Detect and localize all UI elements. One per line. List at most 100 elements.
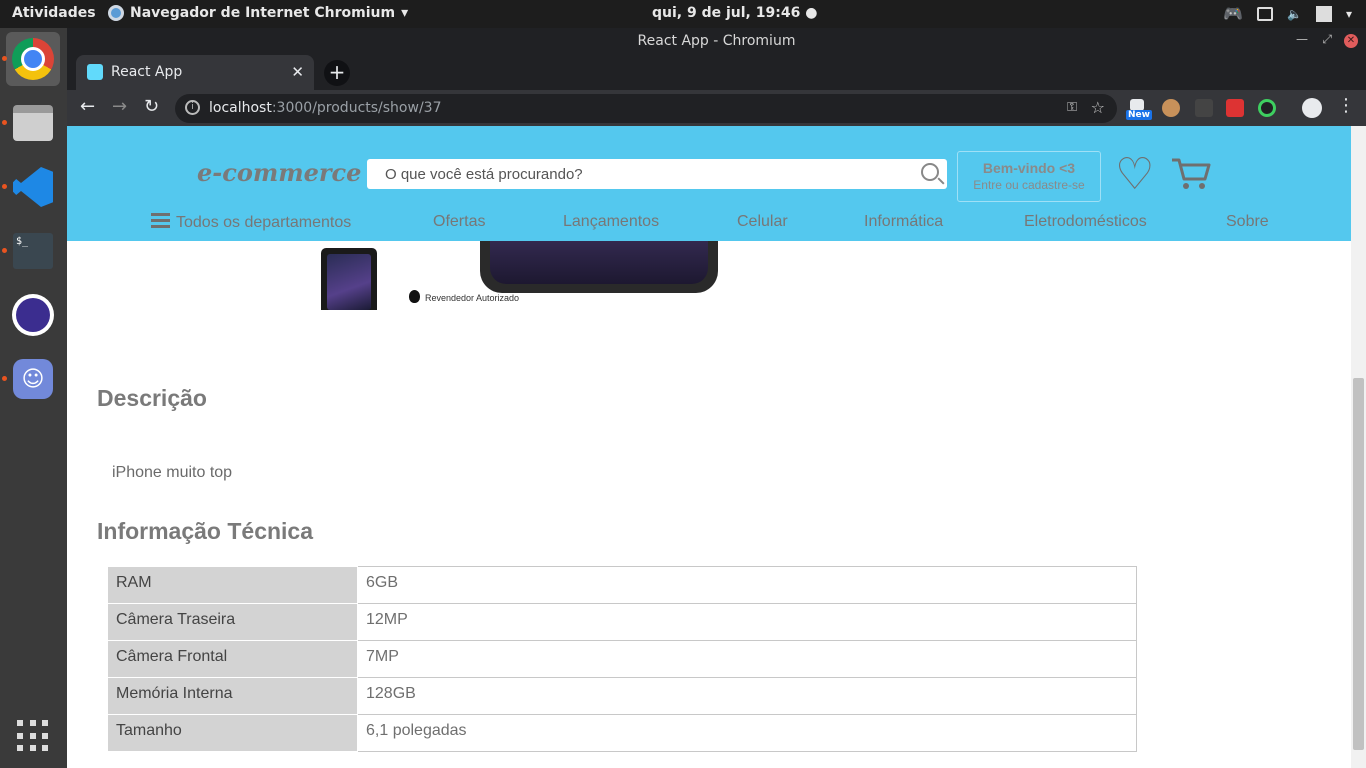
nav-all-departments[interactable]: Todos os departamentos xyxy=(151,213,351,232)
page-viewport[interactable]: e-commerce Bem-vindo <3 Entre ou cadastr… xyxy=(67,126,1366,768)
dock-eclipse[interactable] xyxy=(6,288,60,342)
table-row: Memória Interna 128GB xyxy=(107,677,1137,715)
tab-title: React App xyxy=(111,64,183,80)
login-box[interactable]: Bem-vindo <3 Entre ou cadastre-se xyxy=(957,151,1101,202)
display-icon[interactable] xyxy=(1257,6,1274,21)
discord-tray-icon[interactable]: 🎮 xyxy=(1223,4,1243,23)
system-top-bar: Atividades Navegador de Internet Chromiu… xyxy=(0,0,1366,28)
clock[interactable]: qui, 9 de jul, 19:46 ● xyxy=(652,5,817,21)
title-bar: React App - Chromium — ⤢ ✕ React App ✕ + xyxy=(67,28,1366,90)
volume-icon[interactable]: 🔈 xyxy=(1287,7,1302,21)
eclipse-icon xyxy=(12,294,54,336)
reload-icon[interactable]: ↻ xyxy=(144,96,159,117)
close-window-icon[interactable]: ✕ xyxy=(1344,34,1358,48)
nav-lancamentos[interactable]: Lançamentos xyxy=(563,213,659,231)
spec-name: Memória Interna xyxy=(107,677,358,715)
spec-value: 12MP xyxy=(357,603,1137,641)
nav-label: Todos os departamentos xyxy=(176,214,352,231)
spec-name: Câmera Frontal xyxy=(107,640,358,678)
forward-arrow-icon[interactable]: → xyxy=(112,96,127,117)
running-indicator xyxy=(2,248,7,253)
running-indicator xyxy=(2,56,7,61)
dock-terminal[interactable]: $_ xyxy=(6,224,60,278)
clock-label: qui, 9 de jul, 19:46 xyxy=(652,5,801,21)
address-bar[interactable]: i localhost:3000/products/show/37 ⚿ ☆ xyxy=(175,94,1117,123)
site-info-icon[interactable]: i xyxy=(185,100,200,115)
description-text: iPhone muito top xyxy=(112,464,233,481)
nav-informatica[interactable]: Informática xyxy=(864,213,943,231)
app-menu-label: Navegador de Internet Chromium xyxy=(130,5,396,21)
back-arrow-icon[interactable]: ← xyxy=(80,96,95,117)
reseller-label: Revendedor Autorizado xyxy=(409,290,519,303)
page-scrollbar[interactable] xyxy=(1351,126,1366,768)
browser-window: React App - Chromium — ⤢ ✕ React App ✕ +… xyxy=(67,28,1366,768)
new-badge: New xyxy=(1126,110,1152,120)
running-indicator xyxy=(2,376,7,381)
department-nav: Todos os departamentos Ofertas Lançament… xyxy=(151,211,1271,235)
search-input[interactable] xyxy=(367,159,907,189)
spec-name: Câmera Traseira xyxy=(107,603,358,641)
chevron-down-icon: ▾ xyxy=(401,5,409,21)
key-icon[interactable]: ⚿ xyxy=(1067,100,1077,115)
url-text: localhost:3000/products/show/37 xyxy=(209,100,441,116)
dock-discord[interactable]: ☺ xyxy=(6,352,60,406)
spec-name: RAM xyxy=(107,566,358,604)
spec-value: 6,1 polegadas xyxy=(357,714,1137,752)
url-path: :3000/products/show/37 xyxy=(271,100,442,116)
chevron-down-icon[interactable]: ▾ xyxy=(1346,7,1352,21)
hamburger-icon xyxy=(151,213,170,228)
browser-toolbar: ← → ↻ i localhost:3000/products/show/37 … xyxy=(67,90,1366,126)
window-title: React App - Chromium xyxy=(637,33,796,49)
activities-button[interactable]: Atividades xyxy=(12,5,96,21)
spec-table: RAM 6GB Câmera Traseira 12MP Câmera Fronta… xyxy=(107,566,1137,752)
search-bar[interactable] xyxy=(367,159,947,189)
dock-chromium[interactable] xyxy=(6,32,60,86)
running-indicator xyxy=(2,184,7,189)
heart-icon[interactable]: ♡ xyxy=(1115,153,1154,197)
profile-avatar-icon[interactable] xyxy=(1302,98,1322,118)
product-thumbnail[interactable] xyxy=(321,248,377,310)
power-menu-icon[interactable] xyxy=(1315,5,1332,22)
scrollbar-thumb[interactable] xyxy=(1353,378,1364,750)
app-menu[interactable]: Navegador de Internet Chromium ▾ xyxy=(108,5,408,21)
extension-red-icon[interactable] xyxy=(1226,99,1244,117)
chromium-icon xyxy=(108,5,124,21)
table-row: RAM 6GB xyxy=(107,566,1137,604)
show-applications-icon[interactable] xyxy=(17,720,49,752)
description-heading: Descrição xyxy=(97,385,207,411)
extension-green-ring-icon[interactable] xyxy=(1258,99,1276,117)
running-indicator xyxy=(2,120,7,125)
reseller-text: Revendedor Autorizado xyxy=(425,293,520,303)
extension-owl-icon[interactable] xyxy=(1162,99,1180,117)
chromium-icon xyxy=(12,38,54,80)
minimize-icon[interactable]: — xyxy=(1296,32,1308,46)
apple-logo-icon xyxy=(409,290,420,303)
dock-vscode[interactable] xyxy=(6,160,60,214)
spec-value: 7MP xyxy=(357,640,1137,678)
vscode-icon xyxy=(13,167,53,207)
tab-react-app[interactable]: React App ✕ xyxy=(76,55,314,90)
nav-celular[interactable]: Celular xyxy=(737,213,788,231)
nav-ofertas[interactable]: Ofertas xyxy=(433,213,485,231)
url-host: localhost xyxy=(209,100,272,116)
cart-icon[interactable] xyxy=(1171,157,1211,195)
nav-sobre[interactable]: Sobre xyxy=(1226,213,1269,231)
close-tab-icon[interactable]: ✕ xyxy=(291,63,304,81)
thumbnail-screen xyxy=(327,254,371,310)
restore-icon[interactable]: ⤢ xyxy=(1322,32,1332,47)
extension-dark-icon[interactable] xyxy=(1195,99,1213,117)
table-row: Câmera Traseira 12MP xyxy=(107,603,1137,641)
bookmark-star-icon[interactable]: ☆ xyxy=(1091,98,1105,117)
site-logo[interactable]: e-commerce xyxy=(197,158,361,187)
menu-kebab-icon[interactable]: ⋮ xyxy=(1337,95,1355,116)
new-tab-button[interactable]: + xyxy=(324,60,350,86)
discord-icon: ☺ xyxy=(13,359,53,399)
dock-files[interactable] xyxy=(6,96,60,150)
system-tray[interactable]: 🎮 🔈 ▾ xyxy=(1223,4,1352,23)
search-icon[interactable] xyxy=(921,163,939,181)
site-header: e-commerce Bem-vindo <3 Entre ou cadastr… xyxy=(67,126,1351,241)
notification-dot-icon: ● xyxy=(805,5,818,21)
spec-value: 6GB xyxy=(357,566,1137,604)
expand-fullscreen-icon[interactable] xyxy=(739,254,773,288)
nav-eletrodomesticos[interactable]: Eletrodomésticos xyxy=(1024,213,1147,231)
